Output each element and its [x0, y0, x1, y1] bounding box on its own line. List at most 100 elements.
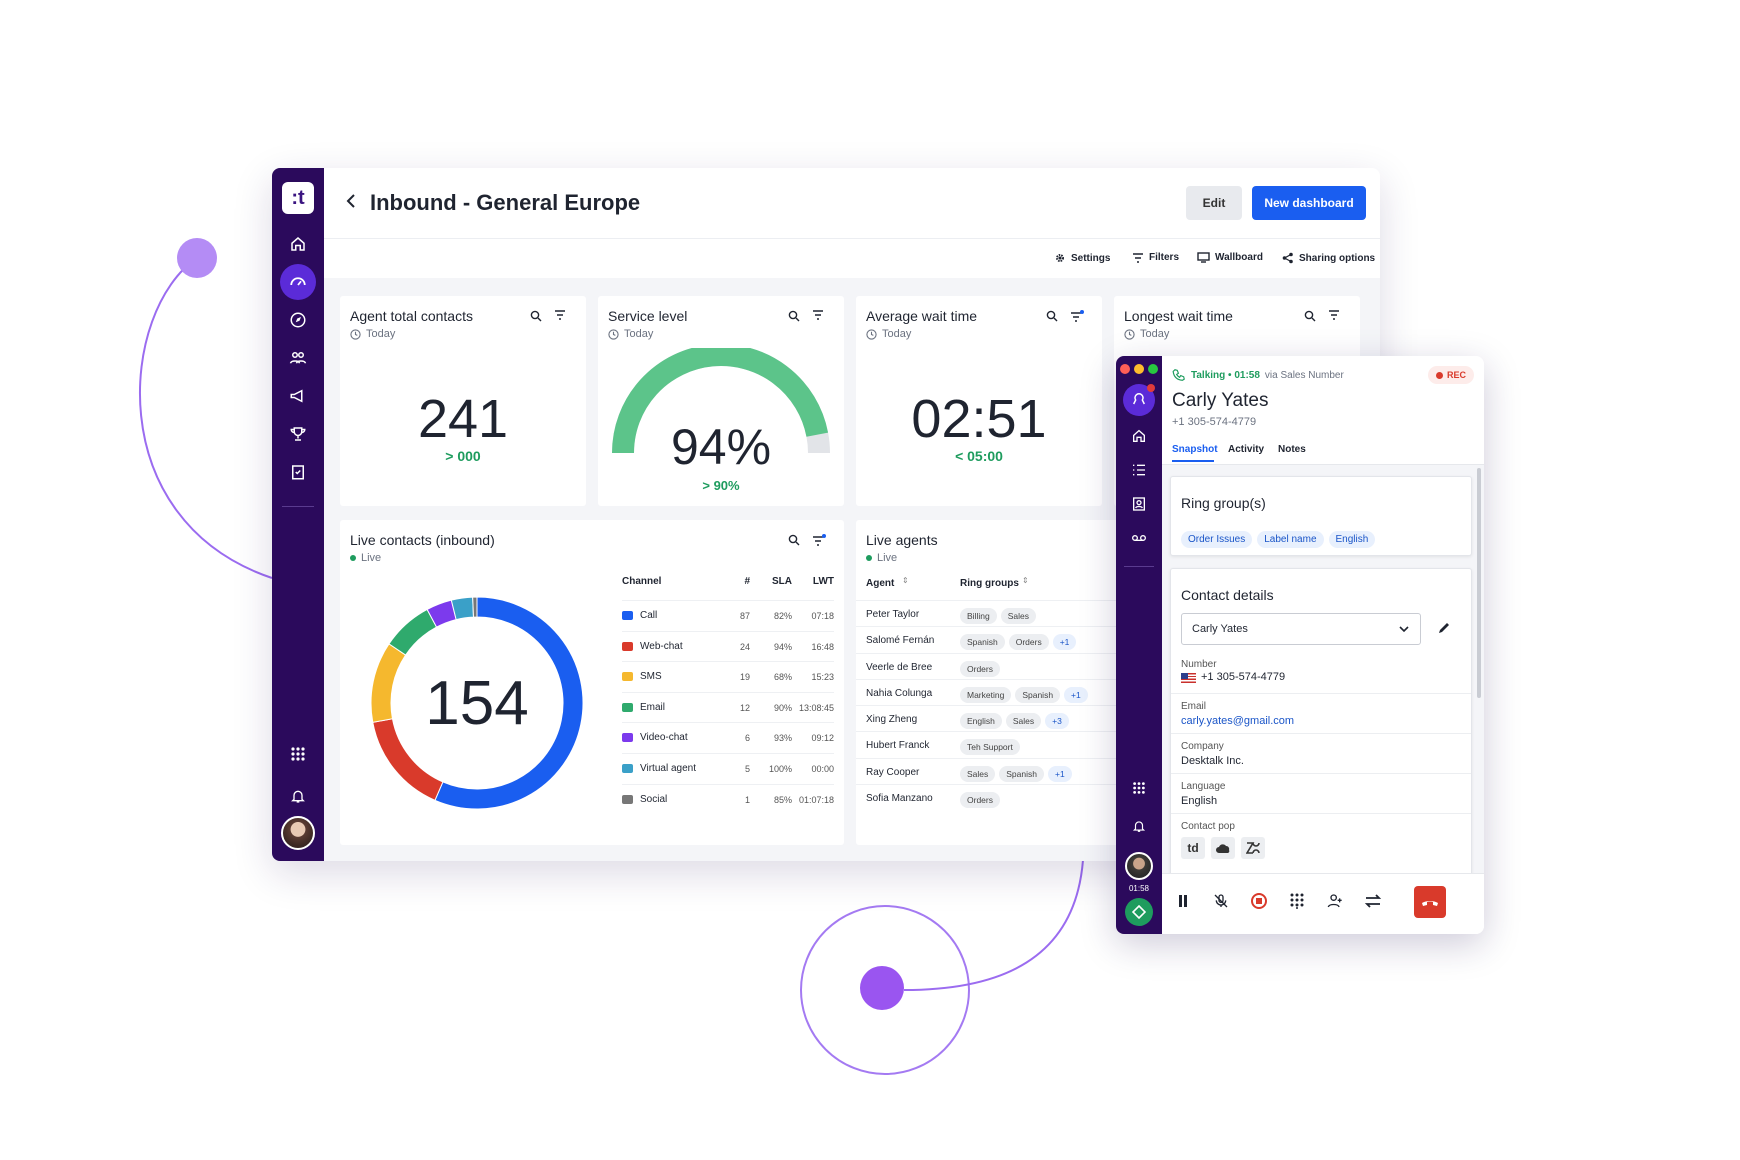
trophy-icon[interactable]	[284, 420, 312, 448]
user-avatar[interactable]	[281, 816, 315, 850]
ring-group-pill: Sales	[960, 765, 996, 782]
column-header[interactable]: Channel	[622, 576, 722, 587]
scrollbar[interactable]	[1477, 468, 1481, 698]
transfer-icon[interactable]	[1358, 886, 1388, 916]
channel-count: 87	[739, 611, 750, 621]
home-icon[interactable]	[1125, 422, 1153, 450]
sharing-options-button[interactable]: Sharing options	[1282, 252, 1375, 264]
column-header[interactable]: #	[726, 576, 750, 587]
voicemail-icon[interactable]	[1125, 524, 1153, 552]
apps-grid-icon[interactable]	[1125, 774, 1153, 802]
keypad-icon[interactable]	[1282, 886, 1312, 916]
live-status: Live	[350, 552, 381, 564]
sort-icon[interactable]: ⇕	[902, 576, 909, 585]
channel-name: Email	[640, 701, 666, 713]
megaphone-icon[interactable]	[284, 382, 312, 410]
salesforce-cloud-icon[interactable]	[1211, 837, 1235, 859]
social-icon	[622, 794, 633, 804]
column-header-agent[interactable]: Agent	[866, 578, 894, 589]
channel-lwt: 15:23	[811, 672, 834, 683]
filters-button[interactable]: Filters	[1132, 252, 1179, 263]
contact-card-icon[interactable]	[1125, 490, 1153, 518]
bell-icon[interactable]	[1125, 812, 1153, 840]
column-header[interactable]: LWT	[798, 576, 834, 587]
settings-button[interactable]: Settings	[1054, 252, 1110, 264]
phone-talking-icon	[1172, 368, 1186, 382]
dashboard-gauge-icon[interactable]	[280, 264, 316, 300]
window-close-dot[interactable]	[1120, 364, 1130, 374]
add-participant-icon[interactable]	[1320, 886, 1350, 916]
channel-sla: 82%	[773, 611, 792, 621]
talkdesk-pop-icon[interactable]: td	[1181, 837, 1205, 859]
channel-lwt: 13:08:45	[798, 702, 834, 713]
recording-badge[interactable]: REC	[1428, 366, 1475, 384]
window-minimize-dot[interactable]	[1134, 364, 1144, 374]
channel-name: Web-chat	[640, 640, 683, 652]
compass-icon[interactable]	[284, 306, 312, 334]
filter-active-icon[interactable]	[1070, 310, 1084, 322]
tab-notes[interactable]: Notes	[1278, 444, 1306, 455]
app-logo[interactable]: :t	[282, 182, 314, 214]
apps-grid-icon[interactable]	[284, 740, 312, 768]
search-icon[interactable]	[1304, 310, 1316, 322]
us-flag-icon	[1181, 673, 1196, 683]
table-row[interactable]: Call 87 82% 07:18	[622, 600, 834, 631]
sort-icon[interactable]: ⇕	[1022, 576, 1029, 585]
filter-icon[interactable]	[1328, 310, 1340, 322]
table-row[interactable]: Video-chat 6 93% 09:12	[622, 722, 834, 753]
list-icon[interactable]	[1125, 456, 1153, 484]
table-row[interactable]: SMS 19 68% 15:23	[622, 661, 834, 692]
field-divider	[1171, 773, 1471, 774]
status-available-icon[interactable]	[1125, 898, 1153, 926]
donut-slice-social[interactable]	[472, 596, 478, 618]
card-title: Live agents	[866, 532, 938, 548]
card-period: Today	[608, 328, 653, 340]
search-icon[interactable]	[530, 310, 542, 322]
record-stop-icon[interactable]	[1244, 886, 1274, 916]
search-icon[interactable]	[788, 534, 800, 546]
back-chevron-icon[interactable]	[344, 192, 358, 210]
home-icon[interactable]	[284, 230, 312, 258]
mute-icon[interactable]	[1206, 886, 1236, 916]
caller-avatar[interactable]	[1125, 852, 1153, 880]
table-row[interactable]: Virtual agent 5 100% 00:00	[622, 752, 834, 784]
hang-up-button[interactable]	[1414, 886, 1446, 918]
tab-activity[interactable]: Activity	[1228, 444, 1264, 455]
email-link[interactable]: carly.yates@gmail.com	[1181, 715, 1294, 727]
agent-name: Xing Zheng	[866, 714, 918, 726]
call-timer: 01:58	[1128, 884, 1150, 893]
ring-group-pill: Marketing	[960, 686, 1012, 703]
agent-ring-groups: Teh Support	[960, 737, 1024, 756]
ring-group-pill: Orders	[960, 660, 1000, 677]
column-header[interactable]: SLA	[752, 576, 792, 587]
table-row[interactable]: Social 1 85% 01:07:18	[622, 783, 834, 815]
zendesk-icon[interactable]	[1241, 837, 1265, 859]
wallboard-button[interactable]: Wallboard	[1197, 252, 1263, 263]
window-maximize-dot[interactable]	[1148, 364, 1158, 374]
pencil-icon[interactable]	[1437, 621, 1451, 635]
column-header-ring-groups[interactable]: Ring groups	[960, 578, 1019, 589]
new-dashboard-button[interactable]: New dashboard	[1252, 186, 1366, 220]
search-icon[interactable]	[788, 310, 800, 322]
pause-icon[interactable]	[1168, 886, 1198, 916]
main-sidebar: :t	[272, 168, 324, 861]
table-row[interactable]: Email 12 90% 13:08:45	[622, 691, 834, 723]
filters-label: Filters	[1149, 252, 1180, 263]
contacts-icon[interactable]	[284, 344, 312, 372]
filter-icon[interactable]	[812, 310, 824, 322]
call-sidebar: 01:58	[1116, 356, 1162, 934]
filter-active-icon[interactable]	[812, 534, 826, 546]
checklist-icon[interactable]	[284, 458, 312, 486]
contact-select[interactable]: Carly Yates	[1181, 613, 1421, 645]
metric-value: 241	[417, 389, 509, 449]
donut-slice-email[interactable]	[388, 608, 438, 656]
search-icon[interactable]	[1046, 310, 1058, 322]
metric-target: < 05:00	[955, 448, 1003, 464]
bell-icon[interactable]	[284, 782, 312, 810]
call-activity-icon[interactable]	[1123, 384, 1155, 416]
filter-icon[interactable]	[554, 310, 566, 322]
card-period: Today	[1124, 328, 1169, 340]
table-row[interactable]: Web-chat 24 94% 16:48	[622, 630, 834, 662]
tab-snapshot[interactable]: Snapshot	[1172, 444, 1218, 455]
edit-button[interactable]: Edit	[1186, 186, 1242, 220]
